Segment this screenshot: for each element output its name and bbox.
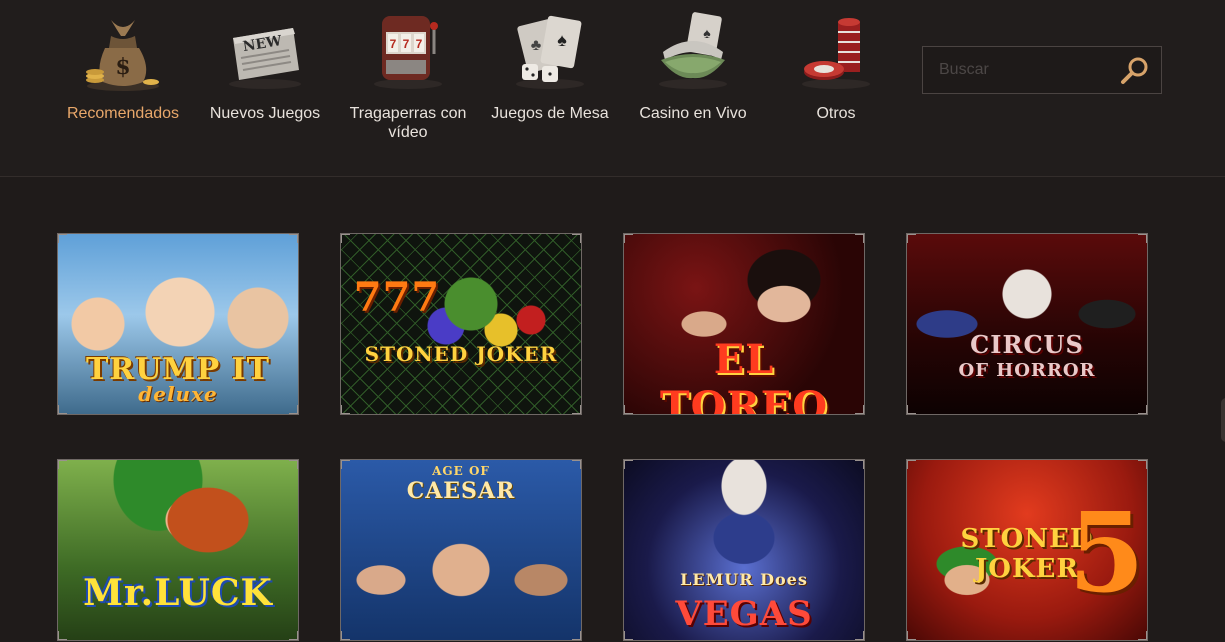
game-tile-lemur-does-vegas[interactable]: LEMUR Does VEGAS — [623, 459, 865, 641]
category-nuevos-juegos[interactable]: NEW Nuevos Juegos — [195, 8, 335, 158]
game-title: CIRCUS — [970, 330, 1084, 359]
svg-text:♠: ♠ — [703, 25, 711, 41]
game-title: STONED JOKER — [364, 342, 558, 366]
game-subtitle: 5 — [1068, 488, 1146, 617]
game-tile-stoned-joker[interactable]: 777 STONED JOKER — [340, 233, 582, 415]
game-title: CAESAR — [406, 478, 516, 504]
svg-text:♠: ♠ — [557, 30, 567, 50]
search-input[interactable] — [923, 47, 1113, 93]
svg-text:7: 7 — [403, 37, 410, 51]
category-label: Juegos de Mesa — [491, 105, 609, 122]
game-subtitle: LEMUR Does — [680, 570, 808, 589]
search-box — [922, 46, 1162, 94]
cards-dice-icon: ♠ ♣ — [510, 8, 590, 92]
game-title: Mr.LUCK — [83, 572, 273, 614]
game-subtitle: 777 — [353, 274, 441, 321]
category-casino-en-vivo[interactable]: ♠ Casino en Vivo — [623, 8, 763, 158]
game-title: EL TOREO — [659, 336, 829, 415]
money-bag-icon: $ — [83, 8, 163, 92]
game-subtitle: OF HORROR — [958, 360, 1096, 381]
game-subtitle: deluxe — [138, 382, 218, 406]
scroll-handle[interactable] — [1221, 398, 1225, 442]
chips-icon — [796, 8, 876, 92]
game-tile-trump-it[interactable]: TRUMP IT deluxe — [57, 233, 299, 415]
category-label: Tragaperras con vídeo — [349, 105, 467, 141]
category-tragaperras[interactable]: 7 7 7 Tragaperras con vídeo — [338, 8, 478, 158]
newspaper-icon: NEW — [225, 8, 305, 92]
magnifier-icon — [1121, 57, 1148, 84]
category-label: Casino en Vivo — [639, 105, 747, 122]
game-tile-age-of-caesar[interactable]: AGE OF CAESAR — [340, 459, 582, 641]
category-bar: $ Recomendados NEW Nuevos Juegos 7 7 7 T… — [0, 0, 1225, 177]
dealer-visor-icon: ♠ — [653, 8, 733, 92]
game-title: VEGAS — [675, 594, 813, 634]
svg-text:$: $ — [115, 54, 130, 80]
category-label: Otros — [816, 105, 856, 122]
game-subtitle: AGE OF — [432, 464, 490, 478]
category-juegos-de-mesa[interactable]: ♠ ♣ Juegos de Mesa — [480, 8, 620, 158]
category-label: Nuevos Juegos — [209, 105, 321, 122]
game-tile-circus-of-horror[interactable]: CIRCUS OF HORROR — [906, 233, 1148, 415]
svg-text:7: 7 — [416, 37, 423, 51]
svg-text:♣: ♣ — [531, 37, 542, 54]
category-otros[interactable]: Otros — [766, 8, 906, 158]
search-button[interactable] — [1117, 53, 1153, 89]
slot-machine-icon: 7 7 7 — [368, 8, 448, 92]
game-tile-stoned-joker-5[interactable]: STONED JOKER 5 — [906, 459, 1148, 641]
game-tile-mr-luck[interactable]: Mr.LUCK — [57, 459, 299, 641]
category-label: Recomendados — [66, 105, 180, 122]
game-tile-el-toreo[interactable]: EL TOREO — [623, 233, 865, 415]
svg-text:7: 7 — [390, 37, 397, 51]
category-recomendados[interactable]: $ Recomendados — [53, 8, 193, 158]
